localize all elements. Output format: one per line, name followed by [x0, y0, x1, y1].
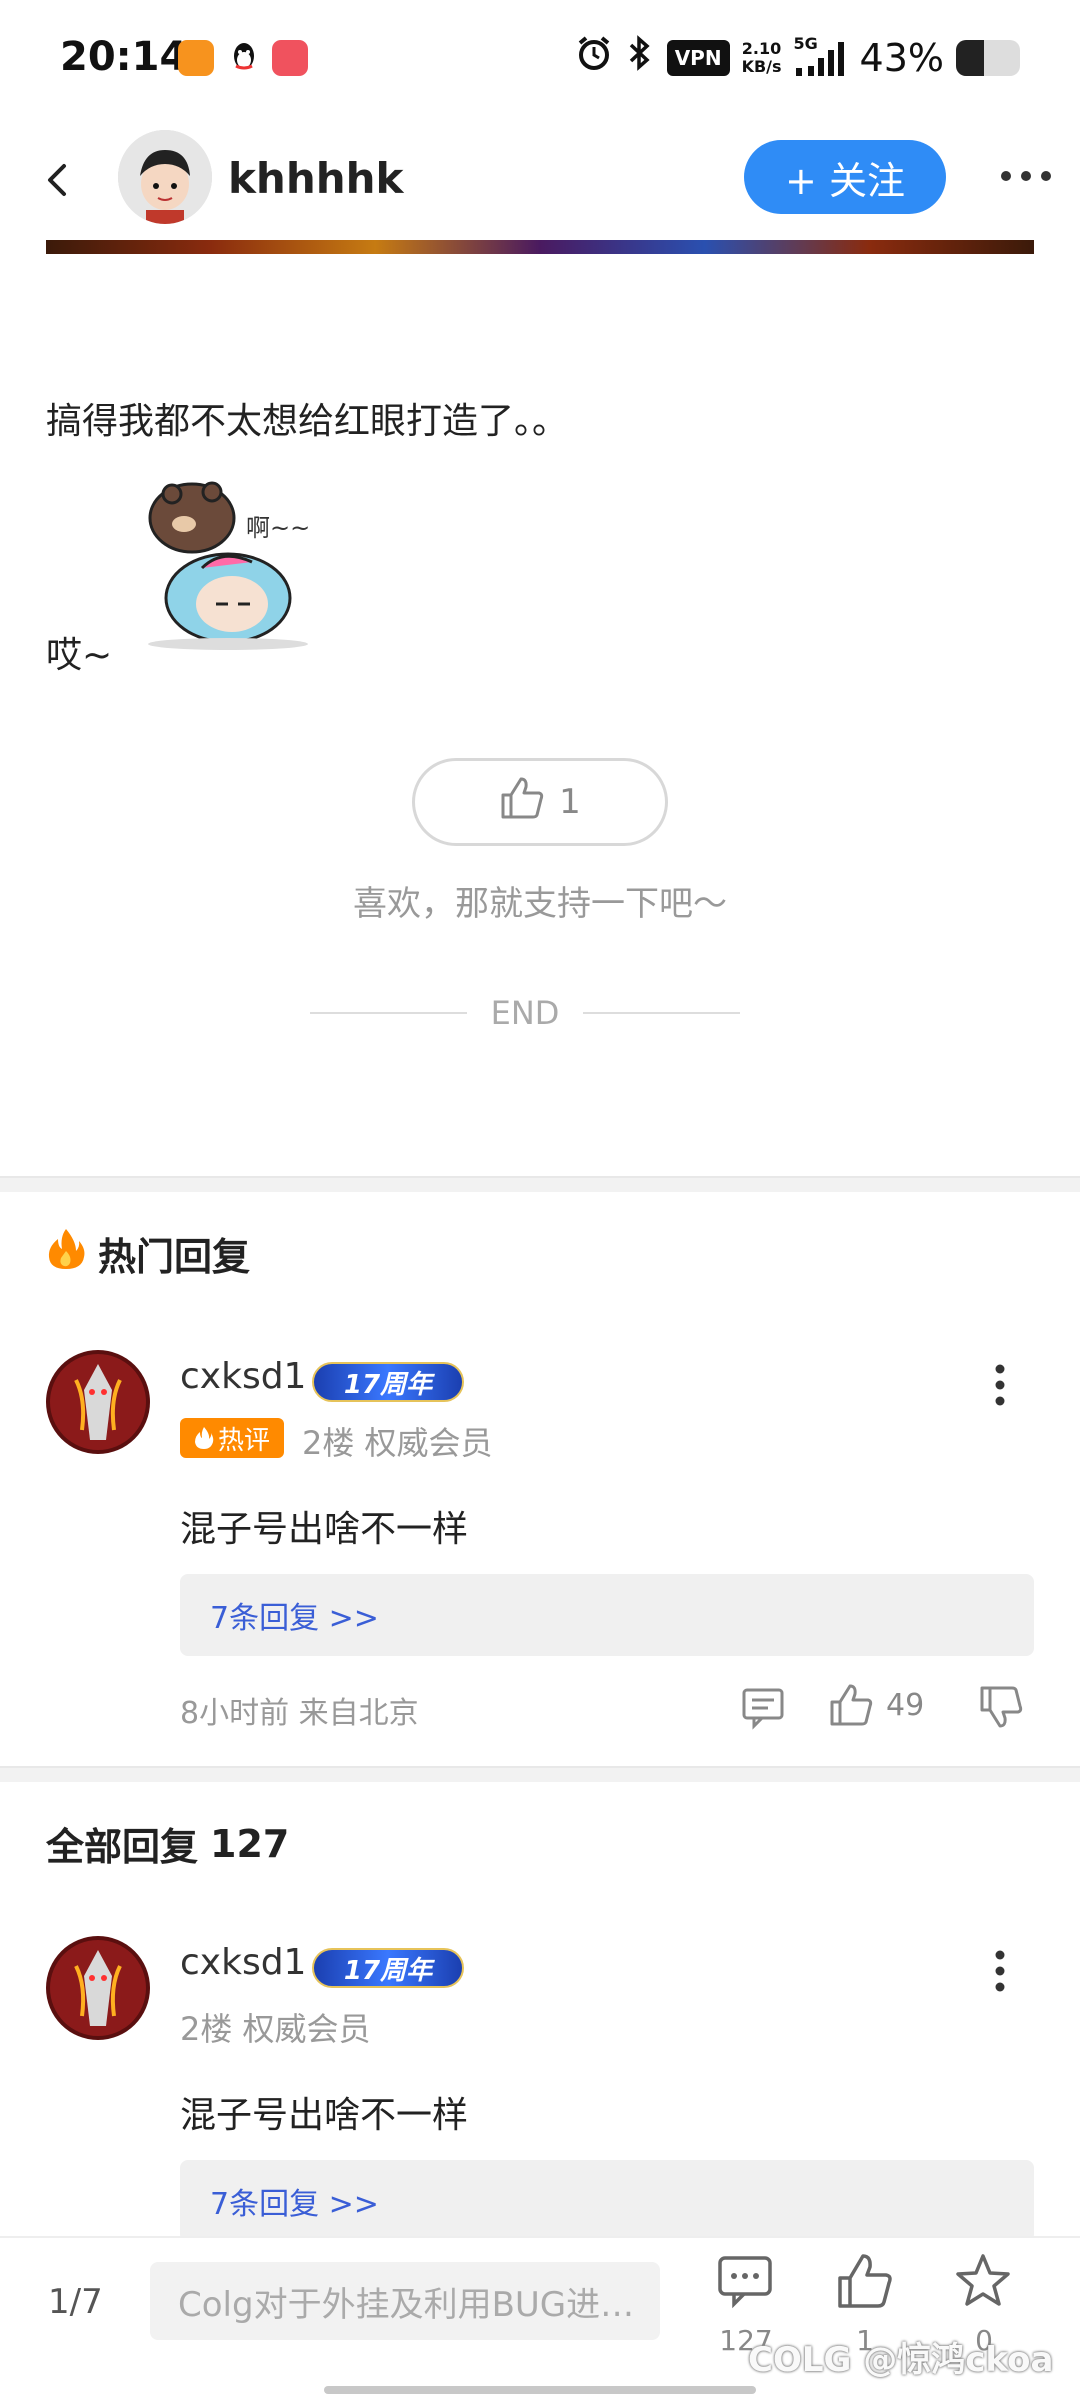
comment-more-icon[interactable] — [990, 1362, 1010, 1408]
app-notification-icon — [178, 40, 214, 76]
status-indicators: VPN 2.10 KB/s 5G 43% — [575, 34, 1020, 82]
comment-floor-info: 2楼 权威会员 — [180, 2010, 371, 2048]
battery-fill — [956, 40, 984, 76]
all-replies-title: 全部回复 127 — [46, 1816, 289, 1871]
all-replies-count: 127 — [210, 1821, 290, 1866]
author-username[interactable]: khhhhk — [228, 154, 403, 203]
hot-replies-title: 热门回复 — [46, 1226, 250, 1281]
comment-text: 混子号出啥不一样 — [180, 2095, 469, 2136]
author-avatar[interactable] — [118, 130, 212, 224]
calendar-app-icon — [272, 40, 308, 76]
hot-comment-label: 热评 — [217, 1425, 270, 1456]
anniversary-badge: 17周年 — [312, 1948, 464, 1988]
comment-floor-info: 2楼 权威会员 — [302, 1424, 493, 1462]
hot-comment-badge: 热评 — [180, 1418, 284, 1458]
post-text-line: 搞得我都不太想给红眼打造了。。 — [46, 401, 569, 442]
post-text-line: 哎~ — [46, 635, 113, 676]
vpn-indicator: VPN — [666, 40, 730, 76]
view-replies-link[interactable]: 7条回复 >> — [180, 1574, 1034, 1656]
comment-like-count: 49 — [886, 1688, 925, 1723]
sticker-caption: 啊~~ — [246, 514, 311, 542]
more-options-icon[interactable] — [998, 164, 1054, 188]
fire-icon — [194, 1427, 214, 1449]
thumbs-up-icon[interactable] — [828, 1682, 874, 1728]
watermark: COLG @惊鸿ckoa — [748, 2340, 1054, 2380]
fire-icon — [46, 1227, 86, 1280]
hot-replies-label: 热门回复 — [98, 1235, 251, 1279]
comment-more-icon[interactable] — [990, 1948, 1010, 1994]
star-icon[interactable] — [954, 2252, 1012, 2310]
thumbs-up-icon[interactable] — [836, 2252, 894, 2310]
section-divider — [0, 1766, 1080, 1782]
comment-input[interactable]: Colg对于外挂及利用BUG进… — [150, 2262, 660, 2340]
comments-icon[interactable] — [716, 2252, 774, 2310]
home-indicator[interactable] — [324, 2386, 756, 2394]
thumbs-down-icon[interactable] — [978, 1684, 1024, 1730]
back-icon[interactable] — [38, 160, 78, 200]
alarm-icon — [575, 34, 613, 82]
network-rate-unit: KB/s — [741, 57, 782, 76]
support-prompt: 喜欢，那就支持一下吧～ — [353, 884, 727, 924]
reply-icon[interactable] — [740, 1684, 786, 1730]
section-divider — [0, 1176, 1080, 1192]
commenter-avatar[interactable] — [46, 1350, 150, 1454]
signal-bars-icon — [795, 42, 844, 76]
all-replies-label: 全部回复 — [46, 1825, 199, 1869]
battery-icon — [956, 40, 1020, 76]
end-label: END — [490, 994, 560, 1032]
page-indicator[interactable]: 1/7 — [48, 2282, 103, 2322]
post-image-bottom-edge[interactable] — [46, 240, 1034, 254]
battery-percent: 43% — [859, 36, 944, 80]
qq-icon — [226, 40, 262, 76]
sticker-image: 啊~~ — [132, 458, 322, 650]
signal-indicator: 5G — [794, 34, 848, 78]
divider — [310, 1012, 467, 1014]
divider — [583, 1012, 741, 1014]
post-like-count: 1 — [559, 782, 581, 822]
view-replies-link[interactable]: 7条回复 >> — [180, 2160, 1034, 2242]
comment-time-location: 8小时前 来自北京 — [180, 1696, 419, 1731]
network-rate-value: 2.10 — [741, 39, 782, 58]
bluetooth-icon — [625, 34, 655, 82]
anniversary-badge: 17周年 — [312, 1362, 464, 1402]
commenter-name[interactable]: cxksd1 — [180, 1356, 306, 1397]
follow-button[interactable]: + 关注 — [744, 140, 946, 214]
commenter-name[interactable]: cxksd1 — [180, 1942, 306, 1983]
commenter-avatar[interactable] — [46, 1936, 150, 2040]
post-like-button[interactable]: 1 — [412, 758, 668, 846]
status-bar: 20:14 VPN 2.10 KB/s 5G 43% — [0, 0, 1080, 120]
comment-text: 混子号出啥不一样 — [180, 1509, 469, 1550]
end-marker: END — [310, 994, 741, 1032]
status-time: 20:14 — [60, 34, 188, 80]
network-rate: 2.10 KB/s — [742, 40, 782, 76]
thumbs-up-icon — [499, 775, 545, 830]
